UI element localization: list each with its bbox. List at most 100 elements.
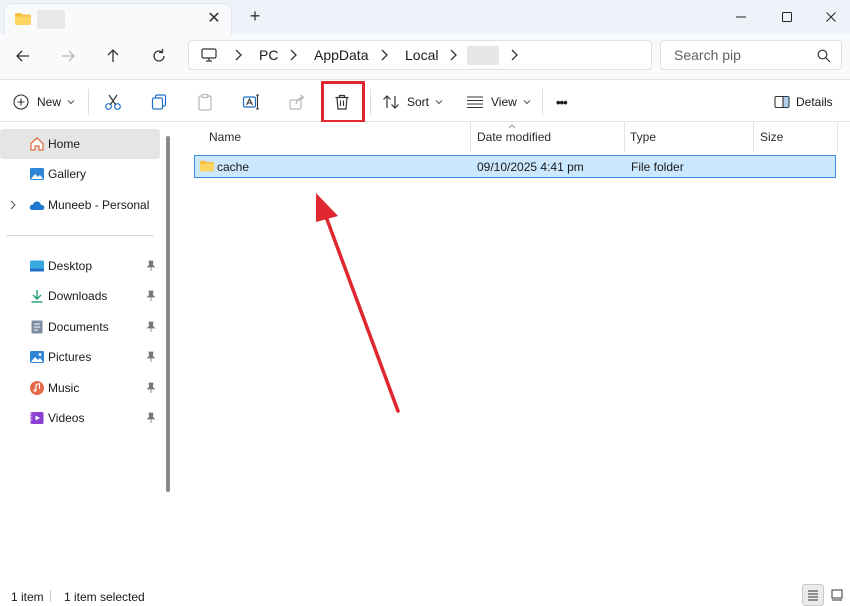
chevron-right-icon[interactable] — [9, 200, 17, 210]
sidebar-item-videos[interactable]: Videos — [0, 403, 160, 433]
share-button[interactable] — [288, 89, 306, 115]
sidebar-item-music[interactable]: Music — [0, 373, 160, 403]
close-icon — [826, 12, 836, 22]
file-name: cache — [217, 160, 250, 174]
plus-circle-icon — [13, 94, 29, 110]
column-divider[interactable] — [837, 122, 838, 152]
chevron-right-icon — [381, 49, 388, 61]
pin-icon[interactable] — [146, 290, 156, 302]
home-icon — [30, 137, 44, 151]
sidebar-item-label: Videos — [48, 411, 85, 425]
sort-button[interactable]: Sort — [382, 89, 443, 115]
new-tab-button[interactable]: + — [246, 6, 264, 26]
pin-icon[interactable] — [146, 412, 156, 424]
active-tab[interactable]: ✕ — [4, 3, 232, 34]
column-header-name[interactable]: Name — [209, 122, 241, 152]
share-icon — [289, 94, 305, 110]
new-button[interactable]: New — [13, 89, 75, 115]
divider — [542, 89, 543, 115]
search-icon — [817, 49, 831, 63]
sidebar-scrollbar[interactable] — [166, 136, 170, 492]
minimize-button[interactable] — [718, 0, 764, 34]
item-count: 1 item — [11, 590, 44, 604]
column-header-size[interactable]: Size — [760, 122, 783, 152]
chevron-down-icon — [523, 100, 531, 105]
tab-close-button[interactable]: ✕ — [205, 10, 223, 28]
rename-button[interactable] — [242, 89, 260, 115]
delete-button-highlight — [321, 81, 365, 123]
pin-icon[interactable] — [146, 321, 156, 333]
column-divider[interactable] — [624, 122, 625, 152]
desktop-icon — [30, 260, 44, 272]
search-input[interactable]: Search pip — [674, 47, 741, 63]
divider — [88, 89, 89, 115]
address-bar[interactable]: PC AppData Local — [188, 40, 652, 70]
cut-button[interactable] — [104, 89, 122, 115]
back-button[interactable] — [9, 42, 37, 70]
column-header-type[interactable]: Type — [630, 122, 656, 152]
sidebar-item-pictures[interactable]: Pictures — [0, 342, 160, 372]
command-bar: New Sort View ••• Details — [0, 80, 850, 122]
sidebar-item-documents[interactable]: Documents — [0, 312, 160, 342]
view-icon — [467, 96, 483, 109]
details-view-button[interactable] — [802, 584, 824, 606]
sidebar-item-label: Downloads — [48, 289, 108, 303]
arrow-right-icon — [62, 50, 75, 62]
sidebar-item-label: Pictures — [48, 350, 92, 364]
refresh-button[interactable] — [145, 42, 173, 70]
pin-icon[interactable] — [146, 260, 156, 272]
pin-icon[interactable] — [146, 382, 156, 394]
this-pc-icon — [201, 48, 217, 62]
chevron-down-icon — [67, 100, 75, 105]
pin-icon[interactable] — [146, 351, 156, 363]
column-divider[interactable] — [470, 122, 471, 152]
tiles-view-button[interactable] — [826, 584, 848, 606]
breadcrumb-appdata[interactable]: AppData — [314, 47, 368, 63]
details-pane-button[interactable]: Details — [774, 89, 833, 115]
column-divider[interactable] — [753, 122, 754, 152]
more-options-button[interactable]: ••• — [556, 89, 568, 115]
view-button[interactable]: View — [466, 89, 531, 115]
close-window-button[interactable] — [808, 0, 850, 34]
up-button[interactable] — [99, 42, 127, 70]
sidebar-item-desktop[interactable]: Desktop — [0, 251, 160, 281]
arrow-left-icon — [16, 50, 29, 62]
maximize-icon — [782, 12, 792, 22]
list-view-icon — [808, 590, 818, 601]
sidebar-item-gallery[interactable]: Gallery — [0, 159, 160, 189]
sidebar-item-label: Music — [48, 381, 80, 395]
selection-count: 1 item selected — [64, 590, 145, 604]
chevron-right-icon — [511, 49, 518, 61]
sidebar-item-label: Desktop — [48, 259, 93, 273]
breadcrumb-redacted[interactable] — [467, 46, 499, 65]
sidebar-item-label: Muneeb - Personal — [48, 198, 150, 212]
paste-button[interactable] — [196, 89, 214, 115]
column-header-date[interactable]: Date modified — [477, 122, 551, 152]
copy-button[interactable] — [150, 89, 168, 115]
paste-icon — [198, 93, 212, 111]
pictures-icon — [30, 351, 44, 363]
divider — [50, 590, 51, 602]
forward-button[interactable] — [54, 42, 82, 70]
tab-title-redacted — [37, 10, 65, 29]
table-row[interactable]: cache 09/10/2025 4:41 pm File folder — [194, 155, 836, 178]
navigation-bar: PC AppData Local Search pip — [0, 34, 850, 80]
sidebar-item-downloads[interactable]: Downloads — [0, 281, 160, 311]
breadcrumb-local[interactable]: Local — [405, 47, 438, 63]
breadcrumb-pc[interactable]: PC — [259, 47, 278, 63]
sidebar-item-label: Gallery — [48, 167, 87, 181]
file-type: File folder — [631, 160, 684, 174]
onedrive-icon — [29, 201, 45, 210]
minimize-icon — [736, 16, 746, 18]
sort-label: Sort — [407, 95, 430, 109]
search-box[interactable]: Search pip — [660, 40, 842, 70]
sort-icon — [383, 95, 399, 109]
title-bar: ✕ + — [0, 0, 850, 34]
rename-icon — [242, 94, 259, 110]
view-label: View — [491, 95, 517, 109]
sidebar-item-onedrive[interactable]: Muneeb - Personal — [0, 190, 160, 220]
navigation-pane: Home Gallery Muneeb - Personal Desktop D… — [0, 122, 178, 584]
new-label: New — [37, 95, 62, 109]
maximize-button[interactable] — [764, 0, 810, 34]
sidebar-item-home[interactable]: Home — [0, 129, 160, 159]
